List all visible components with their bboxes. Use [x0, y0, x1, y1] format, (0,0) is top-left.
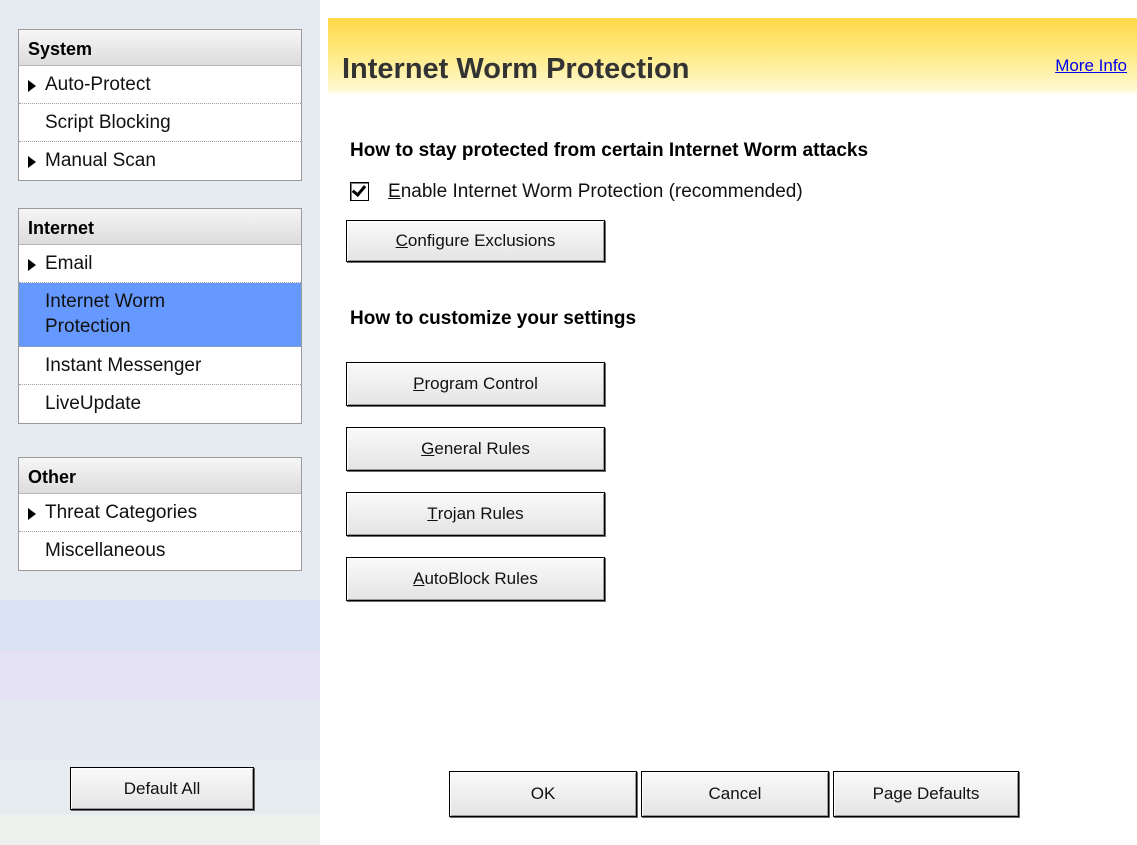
- sidebar-item-auto-protect[interactable]: Auto-Protect: [19, 66, 301, 104]
- sidebar-item-label: Auto-Protect: [45, 74, 151, 95]
- sidebar-group-header: Internet: [19, 209, 301, 245]
- sidebar-item-label: Threat Categories: [45, 502, 198, 523]
- more-info-link[interactable]: More Info: [1055, 56, 1127, 76]
- enable-worm-protection-checkbox[interactable]: [350, 181, 369, 201]
- sidebar-item-label: Internet Worm Protection: [45, 291, 166, 337]
- sidebar-item-liveupdate[interactable]: LiveUpdate: [19, 385, 301, 423]
- cancel-button[interactable]: Cancel: [641, 771, 829, 817]
- program-control-button[interactable]: Program Control: [346, 362, 605, 406]
- sidebar-group-other: Other Threat Categories Miscellaneous: [18, 457, 302, 571]
- sidebar-item-manual-scan[interactable]: Manual Scan: [19, 142, 301, 180]
- sidebar: System Auto-Protect Script Blocking Manu…: [0, 0, 320, 845]
- section-heading-protection: How to stay protected from certain Inter…: [350, 140, 869, 161]
- sidebar-item-threat-categories[interactable]: Threat Categories: [19, 494, 301, 532]
- sidebar-group-header: System: [19, 30, 301, 66]
- expand-arrow-icon: [28, 508, 36, 520]
- section-heading-customize: How to customize your settings: [350, 308, 637, 329]
- expand-arrow-icon: [28, 259, 36, 271]
- checkmark-icon: [351, 181, 367, 198]
- configure-exclusions-button[interactable]: Configure Exclusions: [346, 220, 605, 262]
- ok-button[interactable]: OK: [449, 771, 637, 817]
- sidebar-item-email[interactable]: Email: [19, 245, 301, 283]
- autoblock-rules-button[interactable]: AutoBlock Rules: [346, 557, 605, 601]
- sidebar-group-header: Other: [19, 458, 301, 494]
- expand-arrow-icon: [28, 156, 36, 168]
- general-rules-button[interactable]: General Rules: [346, 427, 605, 471]
- sidebar-item-label: Email: [45, 253, 93, 274]
- page-header: Internet Worm Protection More Info: [328, 18, 1137, 96]
- sidebar-item-instant-messenger[interactable]: Instant Messenger: [19, 347, 301, 385]
- sidebar-group-system: System Auto-Protect Script Blocking Manu…: [18, 29, 302, 181]
- sidebar-item-miscellaneous[interactable]: Miscellaneous: [19, 532, 301, 570]
- sidebar-item-script-blocking[interactable]: Script Blocking: [19, 104, 301, 142]
- sidebar-item-label: Script Blocking: [45, 112, 171, 133]
- default-all-button[interactable]: Default All: [70, 767, 254, 810]
- sidebar-item-label: Instant Messenger: [45, 355, 202, 376]
- trojan-rules-button[interactable]: Trojan Rules: [346, 492, 605, 536]
- sidebar-item-label: Miscellaneous: [45, 540, 166, 561]
- sidebar-item-label: LiveUpdate: [45, 393, 142, 414]
- page-defaults-button[interactable]: Page Defaults: [833, 771, 1019, 817]
- sidebar-group-internet: Internet Email Internet Worm Protection …: [18, 208, 302, 424]
- sidebar-item-internet-worm-protection[interactable]: Internet Worm Protection: [19, 283, 301, 347]
- expand-arrow-icon: [28, 80, 36, 92]
- sidebar-item-label: Manual Scan: [45, 150, 156, 171]
- enable-worm-protection-label[interactable]: Enable Internet Worm Protection (recomme…: [388, 181, 803, 203]
- page-title: Internet Worm Protection: [342, 53, 690, 85]
